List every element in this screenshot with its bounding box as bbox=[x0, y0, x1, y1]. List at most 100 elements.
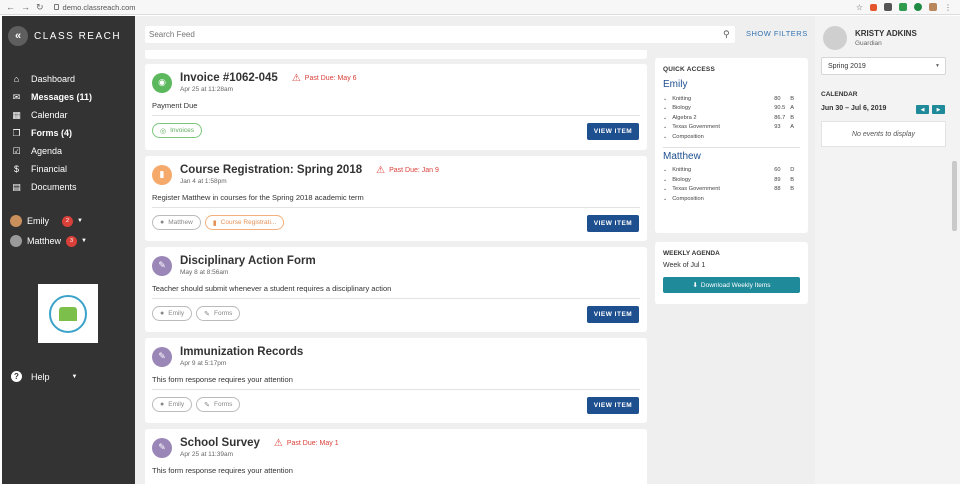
card-title[interactable]: Invoice #1062-045 bbox=[180, 72, 278, 84]
tag-invoices[interactable]: ◎ Invoices bbox=[152, 123, 202, 138]
main-content: ⚲ SHOW FILTERS ◉ Invoice #1062-045 ⚠Past… bbox=[135, 16, 815, 484]
book-icon: ▮ bbox=[152, 164, 172, 185]
card-description: This form response requires your attenti… bbox=[152, 375, 293, 384]
sidebar-item-label: Documents bbox=[31, 182, 77, 192]
warning-icon: ⚠ bbox=[376, 164, 386, 176]
school-seal-icon bbox=[49, 294, 87, 333]
extension-icon[interactable] bbox=[899, 3, 907, 11]
weekly-agenda-heading: WEEKLY AGENDA bbox=[663, 250, 720, 257]
collapse-sidebar-icon[interactable]: « bbox=[8, 26, 28, 46]
card-title[interactable]: School Survey bbox=[180, 437, 260, 449]
brand-name: CLASS REACH bbox=[34, 30, 122, 42]
student-item-matthew[interactable]: Matthew 3 ▼ bbox=[2, 231, 135, 251]
tag-student[interactable]: ● Emily bbox=[152, 306, 193, 321]
course-row[interactable]: ⌄ Knitting 60 D bbox=[663, 166, 800, 176]
caret-down-icon[interactable]: ▼ bbox=[77, 218, 83, 224]
student-name: Matthew bbox=[27, 236, 62, 246]
quick-access-heading: QUICK ACCESS bbox=[663, 66, 715, 73]
sidebar-item-agenda[interactable]: ☑ Agenda bbox=[2, 142, 135, 160]
view-item-button[interactable]: VIEW ITEM bbox=[587, 306, 639, 323]
card-title[interactable]: Immunization Records bbox=[180, 346, 303, 358]
course-row[interactable]: ⌄ Composition bbox=[663, 194, 800, 204]
sidebar-item-label: Agenda bbox=[31, 146, 63, 156]
reload-icon[interactable]: ↻ bbox=[36, 2, 44, 13]
search-icon[interactable]: ⚲ bbox=[723, 29, 730, 40]
view-item-button[interactable]: VIEW ITEM bbox=[587, 397, 639, 414]
show-filters-button[interactable]: SHOW FILTERS bbox=[746, 29, 808, 38]
student-name[interactable]: Matthew bbox=[663, 151, 800, 162]
student-name[interactable]: Emily bbox=[663, 79, 800, 90]
back-arrow-icon[interactable]: ← bbox=[6, 2, 15, 12]
user-profile[interactable]: KRISTY ADKINS Guardian bbox=[823, 26, 917, 50]
course-row[interactable]: ⌄ Algebra 2 86.7 B bbox=[663, 113, 800, 123]
quick-access-panel: QUICK ACCESS Emily ⌄ Knitting 80 B ⌄ Biology… bbox=[655, 58, 808, 233]
sidebar-item-label: Financial bbox=[31, 164, 68, 174]
dollar-icon: $ bbox=[13, 164, 19, 174]
card-title[interactable]: Disciplinary Action Form bbox=[180, 255, 316, 267]
help-label: Help bbox=[31, 371, 50, 382]
forward-arrow-icon[interactable]: → bbox=[21, 2, 30, 12]
term-select[interactable]: Spring 2019 ▼ bbox=[821, 57, 946, 75]
avatar bbox=[823, 26, 847, 50]
view-item-button[interactable]: VIEW ITEM bbox=[587, 123, 639, 140]
address-bar[interactable]: demo.classreach.com bbox=[53, 2, 136, 12]
sidebar-item-dashboard[interactable]: ⌂ Dashboard bbox=[2, 70, 135, 88]
caret-down-icon[interactable]: ▼ bbox=[81, 238, 87, 244]
tag-forms[interactable]: ✎ Forms bbox=[196, 397, 241, 412]
course-row[interactable]: ⌄ Knitting 80 B bbox=[663, 94, 800, 104]
help-menu[interactable]: ? Help ▼ bbox=[11, 371, 77, 382]
download-icon: ⬇ bbox=[692, 282, 698, 289]
warning-icon: ⚠ bbox=[273, 437, 283, 449]
browser-toolbar: ← → ↻ demo.classreach.com ☆ ⋮ bbox=[0, 0, 960, 15]
sidebar-item-calendar[interactable]: ▦ Calendar bbox=[2, 106, 135, 124]
tag-forms[interactable]: ✎ Forms bbox=[196, 306, 241, 321]
sidebar-item-forms[interactable]: ❐ Forms (4) bbox=[2, 124, 135, 142]
pencil-icon: ✎ bbox=[204, 310, 210, 318]
next-week-button[interactable]: ▶ bbox=[932, 105, 945, 114]
scrollbar[interactable] bbox=[952, 161, 957, 231]
notification-badge: 2 bbox=[62, 215, 73, 227]
extension-icon[interactable] bbox=[914, 3, 922, 11]
past-due-badge: ⚠ Past Due: Jan 9 bbox=[376, 164, 439, 176]
user-icon: ● bbox=[160, 219, 165, 226]
student-item-emily[interactable]: Emily 2 ▼ bbox=[2, 211, 135, 231]
caret-down-icon: ▼ bbox=[935, 63, 940, 69]
course-list: ⌄ Knitting 80 B ⌄ Biology 90.5 A ⌄ Algebra 2 86.… bbox=[663, 94, 800, 142]
chevron-down-icon: ⌄ bbox=[663, 114, 668, 121]
course-row[interactable]: ⌄ Biology 89 B bbox=[663, 175, 800, 185]
notification-badge: 3 bbox=[66, 235, 78, 247]
feed-card: ✎ Disciplinary Action Form May 8 at 8:56… bbox=[145, 247, 647, 332]
search-input[interactable] bbox=[145, 26, 735, 43]
sidebar-item-label: Messages (11) bbox=[31, 92, 93, 102]
course-row[interactable]: ⌄ Texas Government 93 A bbox=[663, 123, 800, 133]
extension-icon[interactable] bbox=[884, 3, 892, 11]
card-date: Apr 25 at 11:28am bbox=[180, 86, 233, 93]
tag-student[interactable]: ● Matthew bbox=[152, 215, 201, 230]
course-row[interactable]: ⌄ Composition bbox=[663, 132, 800, 142]
brand-logo[interactable]: « CLASS REACH bbox=[8, 26, 121, 46]
course-row[interactable]: ⌄ Biology 90.5 A bbox=[663, 104, 800, 114]
tag-student[interactable]: ● Emily bbox=[152, 397, 193, 412]
sidebar-item-financial[interactable]: $ Financial bbox=[2, 160, 135, 178]
prev-week-button[interactable]: ◀ bbox=[916, 105, 929, 114]
url-text: demo.classreach.com bbox=[62, 2, 136, 12]
divider bbox=[152, 389, 640, 390]
course-row[interactable]: ⌄ Texas Government 88 B bbox=[663, 185, 800, 195]
warning-icon: ⚠ bbox=[291, 72, 301, 84]
menu-dots-icon[interactable]: ⋮ bbox=[944, 3, 952, 12]
star-icon[interactable]: ☆ bbox=[856, 3, 863, 12]
dollar-icon: ◉ bbox=[152, 72, 172, 93]
profile-icon[interactable] bbox=[929, 3, 937, 11]
sidebar-item-label: Calendar bbox=[31, 110, 68, 120]
sidebar-item-documents[interactable]: ▤ Documents bbox=[2, 178, 135, 196]
sidebar-item-messages[interactable]: ✉ Messages (11) bbox=[2, 88, 135, 106]
card-title[interactable]: Course Registration: Spring 2018 bbox=[180, 164, 362, 176]
right-panel: KRISTY ADKINS Guardian Spring 2019 ▼ CAL… bbox=[815, 16, 960, 484]
course-list: ⌄ Knitting 60 D ⌄ Biology 89 B ⌄ Texas Governme… bbox=[663, 166, 800, 204]
tag-course-registration[interactable]: ▮ Course Registrati... bbox=[204, 215, 285, 230]
card-description: Payment Due bbox=[152, 101, 198, 110]
download-weekly-items-button[interactable]: ⬇ Download Weekly Items bbox=[663, 277, 800, 293]
view-item-button[interactable]: VIEW ITEM bbox=[587, 215, 639, 232]
pencil-icon: ✎ bbox=[152, 255, 172, 276]
extension-icon[interactable] bbox=[870, 3, 877, 11]
